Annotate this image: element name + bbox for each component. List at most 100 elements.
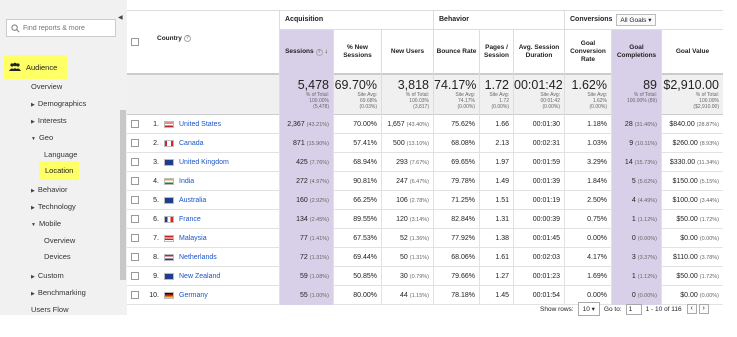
cell-bounce-rate: 82.84% xyxy=(433,210,479,229)
sidebar-item-custom[interactable]: ▶ Custom xyxy=(31,271,64,280)
cell-avg-duration: 00:02:03 xyxy=(513,248,564,267)
caret-right-icon: ▶ xyxy=(31,205,35,211)
col-header-new-users[interactable]: New Users xyxy=(381,30,433,74)
sidebar-item-geo[interactable]: ▼ Geo xyxy=(31,133,53,142)
sidebar-item-label: Benchmarking xyxy=(37,288,86,297)
sidebar-item-location[interactable]: Location xyxy=(39,161,79,180)
help-icon[interactable]: ? xyxy=(315,48,323,56)
group-acquisition: Acquisition xyxy=(279,10,433,30)
country-link[interactable]: India xyxy=(179,172,194,191)
cell-pages-session: 1.27 xyxy=(479,267,513,286)
cell-avg-duration: 00:01:23 xyxy=(513,267,564,286)
help-icon[interactable]: ? xyxy=(183,35,191,42)
total-sessions: 5,478% of Total: 100.00% (5,478) xyxy=(279,74,333,115)
table-row: 8. Netherlands 72 (1.31%) 69.44% 50 (1.31%) 6… xyxy=(127,248,723,267)
cell-goal-value: $50.00 (1.72%) xyxy=(661,210,723,229)
cell-sessions: 55 (1.00%) xyxy=(279,286,333,305)
sidebar-scrollbar[interactable] xyxy=(120,110,126,280)
uk-flag-icon xyxy=(164,159,174,166)
country-link[interactable]: France xyxy=(179,210,201,229)
cell-goal-conversion-rate: 0.75% xyxy=(564,210,611,229)
col-header-sessions[interactable]: Sessions? ↓ xyxy=(279,30,333,74)
row-checkbox[interactable] xyxy=(131,291,139,299)
row-checkbox[interactable] xyxy=(131,253,139,261)
country-link[interactable]: United Kingdom xyxy=(179,153,229,172)
sidebar-item-interests[interactable]: ▶ Interests xyxy=(31,116,67,125)
table-row: 2. Canada 871 (15.90%) 57.41% 500 (13.10%) 68… xyxy=(127,134,723,153)
cell-avg-duration: 00:01:39 xyxy=(513,172,564,191)
sidebar-item-language[interactable]: Language xyxy=(44,150,77,159)
country-link[interactable]: United States xyxy=(179,115,221,134)
cell-sessions: 2,367 (43.21%) xyxy=(279,115,333,134)
search-box[interactable] xyxy=(6,19,116,37)
collapse-sidebar-icon[interactable]: ◀ xyxy=(118,14,123,21)
sidebar-item-mobile[interactable]: ▼ Mobile xyxy=(31,219,61,228)
cell-new-users: 44 (1.15%) xyxy=(381,286,433,305)
row-index: 9. xyxy=(153,273,159,280)
cell-avg-duration: 00:01:30 xyxy=(513,115,564,134)
row-checkbox[interactable] xyxy=(131,139,139,147)
sidebar-item-devices[interactable]: Devices xyxy=(44,252,71,261)
sidebar-item-demographics[interactable]: ▶ Demographics xyxy=(31,99,86,108)
col-header-country[interactable]: Country? xyxy=(157,35,191,42)
row-checkbox[interactable] xyxy=(131,196,139,204)
row-index: 3. xyxy=(153,159,159,166)
show-rows-select[interactable]: 10 ▾ xyxy=(577,302,600,316)
sidebar-item-technology[interactable]: ▶ Technology xyxy=(31,202,76,211)
country-link[interactable]: Canada xyxy=(179,134,204,153)
total-new-users: 3,818% of Total: 100.03% (3,817) xyxy=(381,74,433,115)
select-all-checkbox[interactable] xyxy=(131,38,139,46)
country-link[interactable]: New Zealand xyxy=(179,267,220,286)
col-header-new-sessions[interactable]: % New Sessions xyxy=(333,30,381,74)
cell-sessions: 59 (1.08%) xyxy=(279,267,333,286)
sidebar-item-overview[interactable]: Overview xyxy=(31,82,62,91)
cell-avg-duration: 00:02:31 xyxy=(513,134,564,153)
cell-new-users: 52 (1.36%) xyxy=(381,229,433,248)
cell-sessions: 272 (4.97%) xyxy=(279,172,333,191)
row-checkbox[interactable] xyxy=(131,215,139,223)
prev-page-button[interactable]: ‹ xyxy=(686,304,697,314)
sidebar-item-benchmarking[interactable]: ▶ Benchmarking xyxy=(31,288,86,297)
cell-goal-value: $840.00 (28.87%) xyxy=(661,115,723,134)
cell-goal-completions: 5 (5.62%) xyxy=(611,172,661,191)
cell-new-users: 500 (13.10%) xyxy=(381,134,433,153)
table-row: 7. Malaysia 77 (1.41%) 67.53% 52 (1.36%) 77.9… xyxy=(127,229,723,248)
cell-goal-conversion-rate: 1.18% xyxy=(564,115,611,134)
row-index: 2. xyxy=(153,140,159,147)
cell-pages-session: 1.45 xyxy=(479,286,513,305)
col-header-pages-session[interactable]: Pages / Session xyxy=(479,30,513,74)
row-checkbox[interactable] xyxy=(131,158,139,166)
row-checkbox[interactable] xyxy=(131,120,139,128)
goto-input[interactable]: 1 xyxy=(625,303,642,315)
sidebar-item-users-flow[interactable]: Users Flow xyxy=(31,305,69,314)
cell-new-sessions: 69.44% xyxy=(333,248,381,267)
sidebar-item-mobile-overview[interactable]: Overview xyxy=(44,236,75,245)
col-header-avg-duration[interactable]: Avg. Session Duration xyxy=(513,30,564,74)
col-header-goal-completions[interactable]: Goal Completions xyxy=(611,30,661,74)
col-header-goal-value[interactable]: Goal Value xyxy=(661,30,723,74)
row-checkbox[interactable] xyxy=(131,177,139,185)
next-page-button[interactable]: › xyxy=(698,304,709,314)
caret-down-icon: ▼ xyxy=(31,136,36,142)
sidebar-item-behavior[interactable]: ▶ Behavior xyxy=(31,185,67,194)
row-checkbox[interactable] xyxy=(131,272,139,280)
col-header-bounce-rate[interactable]: Bounce Rate xyxy=(433,30,479,74)
search-input[interactable] xyxy=(23,24,113,32)
country-link[interactable]: Australia xyxy=(179,191,206,210)
country-link[interactable]: Netherlands xyxy=(179,248,217,267)
country-link[interactable]: Malaysia xyxy=(179,229,207,248)
cell-new-users: 247 (6.47%) xyxy=(381,172,433,191)
country-link[interactable]: Germany xyxy=(179,286,208,305)
caret-right-icon: ▶ xyxy=(31,188,35,194)
goals-dropdown[interactable]: All Goals ▾ xyxy=(616,13,656,26)
table-row: 6. France 134 (2.45%) 89.55% 120 (3.14%) 82.8… xyxy=(127,210,723,229)
col-header-goal-conversion-rate[interactable]: Goal Conversion Rate xyxy=(564,30,611,74)
row-index: 4. xyxy=(153,178,159,185)
row-checkbox[interactable] xyxy=(131,234,139,242)
audience-section[interactable]: Audience xyxy=(4,55,67,79)
caret-down-icon: ▼ xyxy=(31,222,36,228)
total-goal-completions: 89% of Total: 100.00% (89) xyxy=(611,74,661,115)
cell-goal-conversion-rate: 2.50% xyxy=(564,191,611,210)
table-row: 3. United Kingdom 425 (7.76%) 68.94% 293 (7.… xyxy=(127,153,723,172)
cell-sessions: 72 (1.31%) xyxy=(279,248,333,267)
